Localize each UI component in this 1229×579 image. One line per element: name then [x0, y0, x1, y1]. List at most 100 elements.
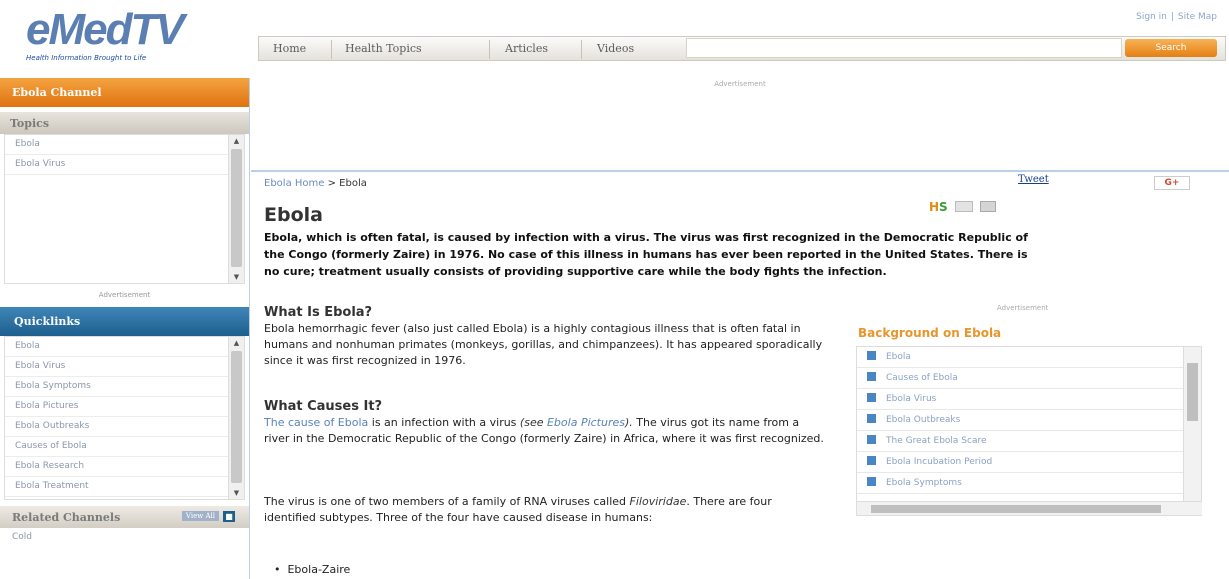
background-item-label: Causes of Ebola — [886, 373, 958, 383]
background-item-label: Ebola Incubation Period — [886, 457, 993, 467]
section-paragraph: Ebola hemorrhagic fever (also just calle… — [264, 322, 823, 367]
paragraph-text: ). — [624, 416, 633, 429]
ebola-pictures-link[interactable]: Ebola Pictures — [547, 416, 625, 429]
hs-icon[interactable]: HS — [929, 200, 948, 214]
sidebar-ad-label: Advertisement — [98, 291, 151, 299]
channel-title[interactable]: Ebola Channel — [0, 78, 249, 107]
scroll-down-icon[interactable]: ▼ — [229, 271, 244, 283]
top-links: Sign in | Site Map — [1132, 12, 1217, 22]
paragraph-text: (see — [519, 416, 547, 429]
nav-home[interactable]: Home — [273, 42, 306, 55]
background-horizontal-scrollbar[interactable] — [857, 501, 1202, 515]
site-map-link[interactable]: Site Map — [1178, 12, 1217, 22]
quicklink-item[interactable]: Ebola Outbreaks — [5, 417, 244, 437]
intro-text: Ebola, which is often fatal, is caused b… — [264, 231, 1028, 278]
search-button[interactable]: Search — [1125, 39, 1217, 57]
scroll-thumb[interactable] — [871, 505, 1161, 513]
scroll-up-icon[interactable]: ▲ — [229, 337, 244, 349]
left-sidebar: Ebola Channel Topics Ebola Ebola Virus ▲… — [0, 78, 250, 579]
ad-label: Advertisement — [714, 80, 766, 88]
page-title: Ebola — [264, 204, 323, 226]
background-item[interactable]: Causes of Ebola — [857, 368, 1183, 389]
breadcrumb-separator: > — [327, 178, 336, 189]
topics-list: Ebola Ebola Virus ▲ ▼ — [4, 134, 245, 284]
google-plus-button[interactable]: G+ — [1154, 176, 1190, 190]
topics-heading: Topics — [0, 112, 249, 134]
print-icon[interactable] — [979, 201, 996, 212]
bullet-square-icon — [867, 435, 876, 444]
expand-icon[interactable]: ■ — [223, 511, 235, 522]
topic-item[interactable]: Ebola Virus — [5, 155, 244, 175]
emedtv-logo[interactable]: eMedTV Health Information Brought to Lif… — [26, 8, 248, 70]
section-heading: What Is Ebola? — [264, 305, 373, 320]
bullet-square-icon — [867, 372, 876, 381]
quicklink-item[interactable]: Ebola Virus — [5, 357, 244, 377]
background-item-label: The Great Ebola Scare — [886, 436, 987, 446]
breadcrumb: Ebola Home > Ebola — [264, 178, 367, 189]
search-input[interactable] — [686, 38, 1122, 58]
quicklink-item[interactable]: Causes of Ebola — [5, 437, 244, 457]
background-item[interactable]: Ebola Virus — [857, 389, 1183, 410]
nav-separator — [331, 40, 332, 59]
nav-health-topics[interactable]: Health Topics — [345, 42, 422, 55]
scroll-down-icon[interactable]: ▼ — [229, 487, 244, 499]
quicklink-item[interactable]: Ebola Symptoms — [5, 377, 244, 397]
section-heading: What Causes It? — [264, 399, 383, 414]
sign-in-link[interactable]: Sign in — [1136, 12, 1167, 22]
ad-label: Advertisement — [997, 304, 1049, 312]
bullet-square-icon — [867, 414, 876, 423]
nav-videos[interactable]: Videos — [597, 42, 634, 55]
background-item-label: Ebola Virus — [886, 394, 937, 404]
cause-of-ebola-link[interactable]: The cause of Ebola — [264, 416, 368, 429]
list-item-text: Ebola-Zaire — [287, 563, 351, 576]
related-channel-item[interactable]: Cold — [0, 528, 249, 546]
breadcrumb-home-link[interactable]: Ebola Home — [264, 178, 324, 189]
topic-item[interactable]: Ebola — [5, 135, 244, 155]
logo-text: eMedTV — [26, 5, 185, 54]
quicklinks-scrollbar[interactable]: ▲ ▼ — [228, 337, 244, 499]
paragraph-text: The virus is one of two members of a fam… — [264, 495, 630, 508]
email-icon[interactable] — [954, 201, 973, 212]
quicklink-item[interactable]: Ebola — [5, 337, 244, 357]
view-all-button[interactable]: View All — [181, 511, 219, 521]
nav-articles[interactable]: Articles — [505, 42, 548, 55]
scroll-up-icon[interactable]: ▲ — [229, 135, 244, 147]
bullet-square-icon — [867, 456, 876, 465]
background-item[interactable]: Ebola — [857, 347, 1183, 368]
quicklink-item[interactable]: Ebola Treatment — [5, 477, 244, 497]
background-item[interactable]: Ebola Outbreaks — [857, 410, 1183, 431]
background-item-label: Ebola Outbreaks — [886, 415, 961, 425]
background-item-label: Ebola — [886, 352, 911, 362]
scroll-thumb[interactable] — [231, 351, 242, 483]
list-item: • Ebola-Zaire — [274, 563, 351, 576]
page-tools: HS — [929, 196, 996, 215]
background-item[interactable]: Ebola Incubation Period — [857, 452, 1183, 473]
background-list: Ebola Causes of Ebola Ebola Virus Ebola … — [856, 346, 1202, 516]
bullet-square-icon — [867, 393, 876, 402]
top-ad-area: Advertisement — [251, 78, 1229, 172]
top-links-separator: | — [1170, 12, 1174, 22]
related-channels-label: Related Channels — [12, 511, 121, 524]
background-vertical-scrollbar[interactable] — [1183, 347, 1201, 502]
main-content: Ebola Home > Ebola Tweet G+ HS Ebola Ebo… — [264, 174, 1224, 579]
topics-scrollbar[interactable]: ▲ ▼ — [228, 135, 244, 283]
scroll-thumb[interactable] — [1187, 363, 1198, 421]
nav-separator — [489, 40, 490, 59]
quicklinks-list: Ebola Ebola Virus Ebola Symptoms Ebola P… — [4, 336, 245, 500]
quicklink-item[interactable]: Ebola Research — [5, 457, 244, 477]
nav-separator — [581, 40, 582, 59]
paragraph-text: is an infection with a virus — [368, 416, 520, 429]
background-item-label: Ebola Symptoms — [886, 478, 962, 488]
logo-tagline: Health Information Brought to Life — [26, 54, 147, 62]
bullet-square-icon — [867, 477, 876, 486]
tweet-button[interactable]: Tweet — [1018, 174, 1049, 185]
quicklink-item[interactable]: Ebola Pictures — [5, 397, 244, 417]
quicklinks-heading: Quicklinks — [0, 307, 249, 336]
scroll-thumb[interactable] — [231, 149, 242, 267]
background-item[interactable]: The Great Ebola Scare — [857, 431, 1183, 452]
section-paragraph: The cause of Ebola is an infection with … — [264, 415, 824, 447]
breadcrumb-current: Ebola — [339, 178, 367, 189]
italic-term: Filoviridae — [629, 495, 687, 508]
background-item[interactable]: Ebola Symptoms — [857, 473, 1183, 494]
background-heading: Background on Ebola — [858, 326, 1002, 340]
